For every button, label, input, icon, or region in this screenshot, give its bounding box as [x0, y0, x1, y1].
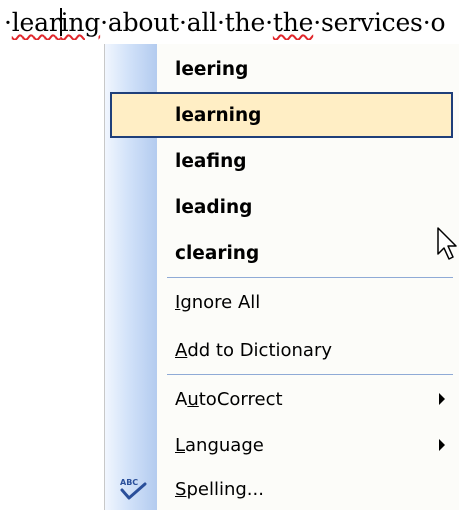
- space-mark: ·: [313, 8, 321, 37]
- menu-item-label: Add to Dictionary: [175, 339, 333, 361]
- misspelled-word-part-1: lear: [11, 8, 61, 37]
- menu-separator: [167, 277, 453, 278]
- menu-separator: [167, 374, 453, 375]
- language-item[interactable]: Language: [105, 422, 459, 468]
- menu-item-label: Spelling...: [175, 478, 264, 500]
- repeated-word[interactable]: the: [273, 8, 314, 37]
- submenu-arrow-icon: [439, 393, 445, 405]
- autocorrect-item[interactable]: Au toCorrect: [105, 376, 459, 422]
- suggestion-learning[interactable]: learning: [110, 92, 453, 138]
- menu-item-label: leading: [175, 196, 253, 218]
- suggestion-clearing[interactable]: clearing: [105, 230, 459, 276]
- menu-item-label: Language: [175, 434, 264, 456]
- misspelled-word[interactable]: learing: [12, 8, 100, 37]
- suggestion-leafing[interactable]: leafing: [105, 138, 459, 184]
- space-mark: ·: [265, 8, 273, 37]
- menu-item-label: Au toCorrect: [175, 388, 283, 410]
- space-mark: ·: [4, 8, 12, 37]
- space-mark: ·: [217, 8, 225, 37]
- add-to-dictionary-item[interactable]: Add to Dictionary: [105, 327, 459, 373]
- word: services: [320, 8, 423, 37]
- word: o: [430, 8, 446, 37]
- menu-item-label: clearing: [175, 242, 260, 264]
- svg-text:ABC: ABC: [120, 478, 138, 487]
- spelling-context-menu: leering learning leafing leading clearin…: [105, 44, 459, 510]
- word: all: [186, 8, 218, 37]
- suggestion-leering[interactable]: leering: [105, 46, 459, 92]
- submenu-arrow-icon: [439, 439, 445, 451]
- menu-item-label: leering: [175, 58, 249, 80]
- word: about: [107, 8, 179, 37]
- ignore-all-item[interactable]: Ignore All: [105, 279, 459, 325]
- menu-item-label: leafing: [175, 150, 247, 172]
- menu-item-label: Ignore All: [175, 291, 261, 313]
- space-mark: ·: [178, 8, 187, 37]
- document-text-line[interactable]: ·learing·about·all·the·the·services·o: [4, 6, 473, 40]
- menu-item-label: learning: [175, 104, 262, 126]
- misspelled-word-part-2: ing: [60, 8, 101, 37]
- space-mark: ·: [100, 8, 108, 37]
- mouse-pointer-icon: [437, 227, 457, 260]
- word: the: [224, 8, 266, 37]
- spelling-check-icon: ABC: [120, 478, 147, 500]
- suggestion-leading[interactable]: leading: [105, 184, 459, 230]
- spelling-item[interactable]: ABC Spelling...: [105, 466, 459, 512]
